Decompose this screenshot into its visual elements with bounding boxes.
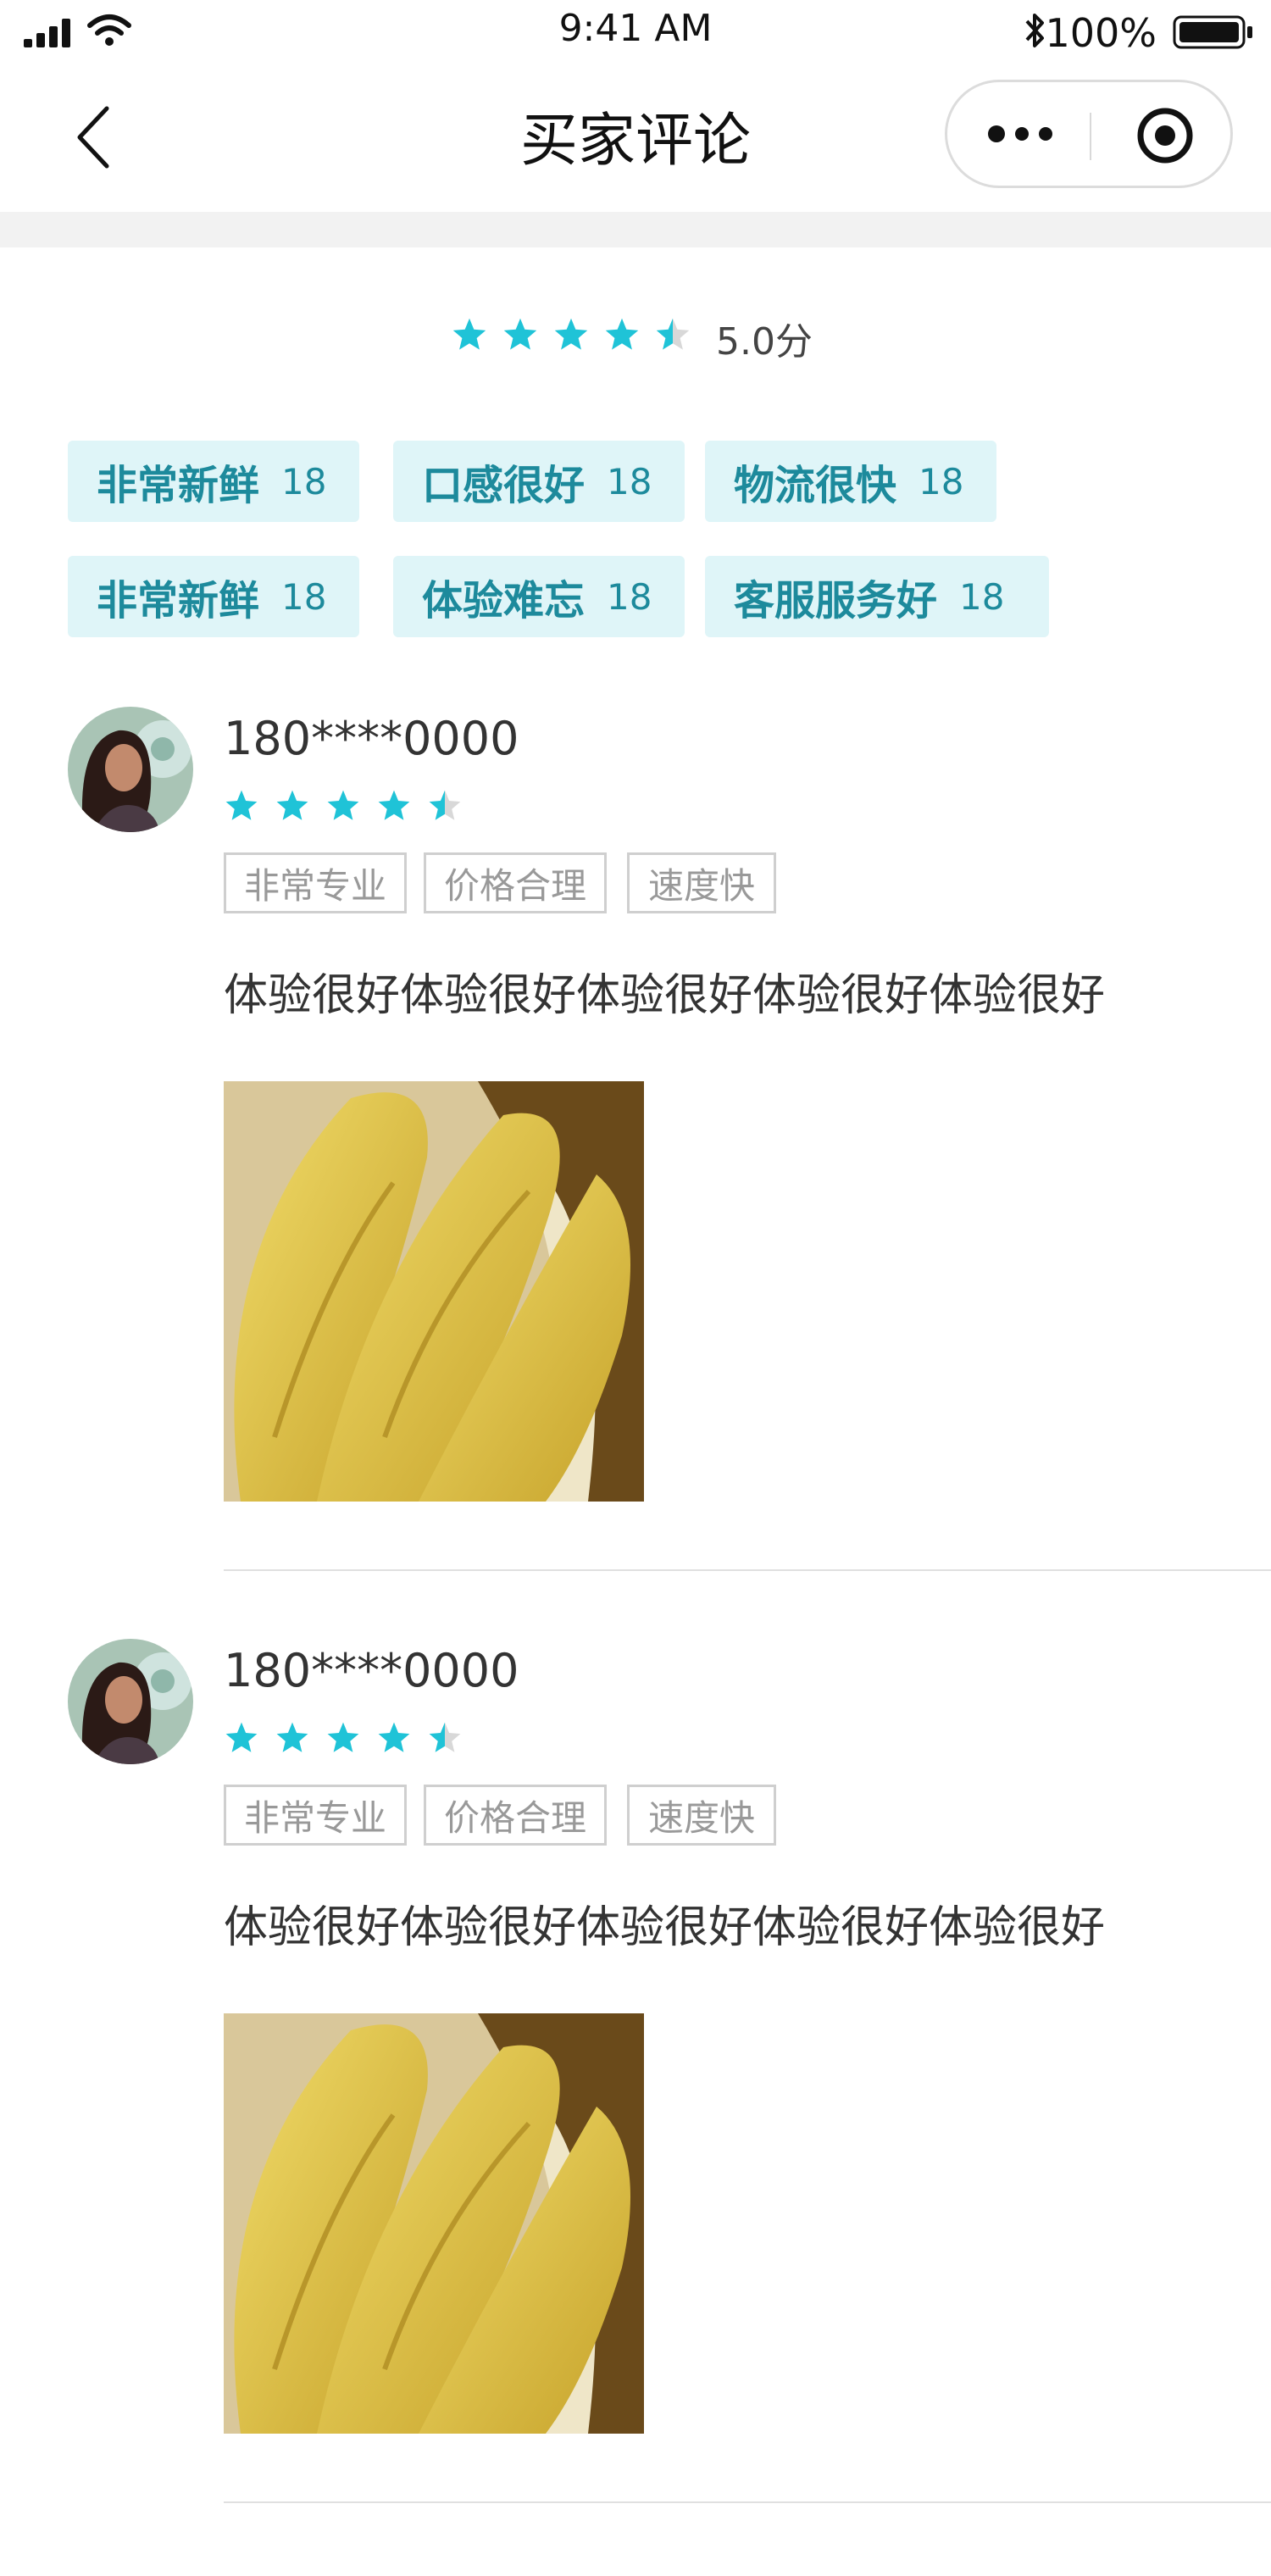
tag-name: 口感很好 [422, 462, 586, 509]
tag-name: 体验难忘 [422, 577, 586, 625]
star-icon [656, 318, 690, 350]
bluetooth-icon [1025, 14, 1044, 47]
star-icon [276, 1722, 308, 1752]
review-tag: 价格合理 [424, 852, 607, 913]
avatar-image [68, 1639, 193, 1764]
summary-score: 5.0分 [716, 320, 813, 364]
tag-name: 非常新鲜 [97, 462, 260, 509]
tag-name: 客服服务好 [734, 577, 938, 625]
section-separator [0, 212, 1271, 247]
star-icon [225, 1722, 258, 1752]
star-icon [429, 790, 461, 820]
review-tag: 速度快 [627, 1785, 776, 1846]
star-icon [327, 1722, 359, 1752]
review-rating-stars [224, 1720, 463, 1759]
review-item: 180****0000 非常专业 价格合理 速度快 体验很好体验很好体验很好体验… [0, 695, 1271, 1576]
avatar[interactable] [68, 707, 193, 832]
tag-count: 18 [607, 460, 652, 502]
review-tag: 价格合理 [424, 1785, 607, 1846]
tag-count: 18 [607, 575, 652, 618]
review-tag: 非常专业 [224, 852, 407, 913]
review-divider [224, 1569, 1271, 1571]
review-text: 体验很好体验很好体验很好体验很好体验很好 [224, 1902, 1106, 1953]
mini-program-capsule [945, 80, 1233, 188]
status-bar: 9:41 AM 100% [0, 0, 1271, 68]
star-icon [327, 790, 359, 820]
user-name: 180****0000 [224, 1644, 519, 1697]
tag-chip[interactable]: 体验难忘 18 [393, 556, 685, 637]
star-rating-svg [452, 318, 690, 350]
star-icon [452, 318, 486, 350]
durian-image [224, 1081, 644, 1502]
capsule-divider [1090, 113, 1091, 160]
star-icon [605, 318, 639, 350]
star-icon [429, 1722, 461, 1752]
review-tag: 非常专业 [224, 1785, 407, 1846]
more-dots-icon[interactable] [986, 121, 1057, 147]
tag-chip[interactable]: 非常新鲜 18 [68, 441, 359, 522]
tag-name: 物流很快 [734, 462, 897, 509]
tag-name: 非常新鲜 [97, 577, 260, 625]
durian-image [224, 2013, 644, 2434]
star-icon [378, 1722, 410, 1752]
star-icon [378, 790, 410, 820]
review-text: 体验很好体验很好体验很好体验很好体验很好 [224, 970, 1106, 1021]
review-photo[interactable] [224, 1081, 644, 1502]
tag-count: 18 [281, 575, 327, 618]
star-rating-svg [225, 790, 461, 820]
tag-chip[interactable]: 物流很快 18 [705, 441, 996, 522]
tag-chip[interactable]: 口感很好 18 [393, 441, 685, 522]
tag-count: 18 [959, 575, 1005, 618]
star-icon [503, 318, 537, 350]
close-target-icon[interactable] [1135, 106, 1195, 165]
tag-count: 18 [281, 460, 327, 502]
review-rating-stars [224, 788, 463, 827]
user-name: 180****0000 [224, 712, 519, 765]
tag-chip[interactable]: 客服服务好 18 [705, 556, 1049, 637]
star-icon [276, 790, 308, 820]
battery-icon [1173, 15, 1252, 49]
battery-percent: 100% [1045, 10, 1157, 56]
review-item: 180****0000 非常专业 价格合理 速度快 体验很好体验很好体验很好体验… [0, 1627, 1271, 2508]
star-rating-svg [225, 1722, 461, 1752]
star-icon [225, 790, 258, 820]
avatar-image [68, 707, 193, 832]
avatar[interactable] [68, 1639, 193, 1764]
review-tag: 速度快 [627, 852, 776, 913]
review-divider [224, 2501, 1271, 2503]
review-photo[interactable] [224, 2013, 644, 2434]
summary-rating-stars [451, 316, 691, 357]
tag-count: 18 [919, 460, 964, 502]
tag-chip[interactable]: 非常新鲜 18 [68, 556, 359, 637]
star-icon [554, 318, 588, 350]
